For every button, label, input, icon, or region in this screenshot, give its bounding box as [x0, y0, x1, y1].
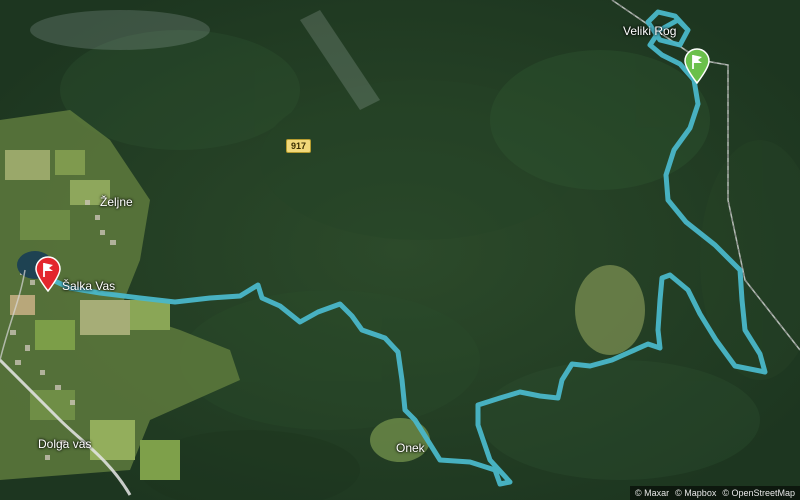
flag-pin-icon	[684, 48, 710, 85]
place-label-salka-vas: Šalka Vas	[62, 279, 116, 293]
start-marker[interactable]	[683, 48, 711, 89]
place-label-zeljne: Željne	[100, 195, 133, 209]
flag-pin-icon	[35, 256, 61, 293]
attribution-mapbox[interactable]: © Mapbox	[675, 488, 716, 498]
finish-marker[interactable]	[34, 256, 62, 297]
attribution-osm[interactable]: © OpenStreetMap	[722, 488, 795, 498]
map-attribution: © Maxar © Mapbox © OpenStreetMap	[630, 486, 800, 500]
satellite-map[interactable]: Veliki Rog Željne Šalka Vas Onek Dolga v…	[0, 0, 800, 500]
place-label-dolga-vas: Dolga vas	[38, 437, 92, 451]
place-label-veliki-rog: Veliki Rog	[623, 24, 677, 38]
attribution-maxar[interactable]: © Maxar	[635, 488, 669, 498]
road-number-shield: 917	[286, 139, 312, 153]
place-label-onek: Onek	[396, 441, 425, 455]
satellite-imagery	[0, 0, 800, 500]
